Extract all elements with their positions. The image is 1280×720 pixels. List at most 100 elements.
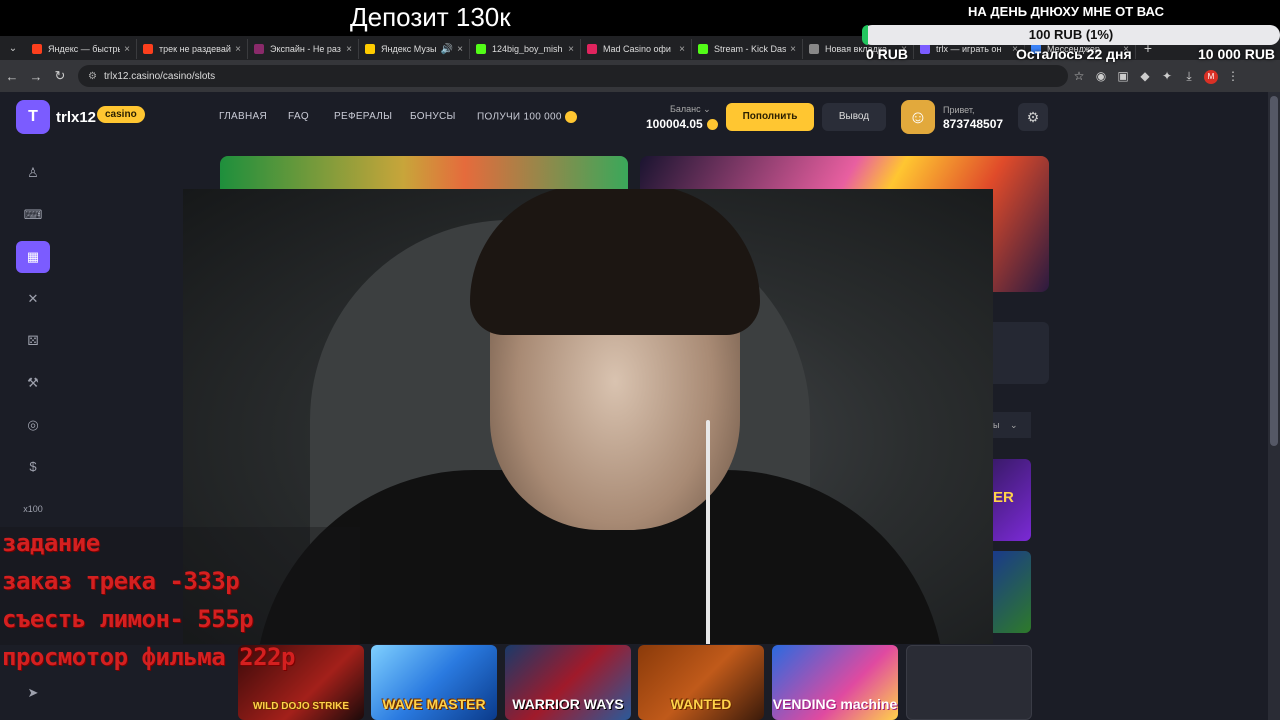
- sidebar-hammer-icon[interactable]: ⚒: [16, 367, 50, 399]
- game-tile-partial[interactable]: ER: [993, 459, 1031, 541]
- nav-bonuses[interactable]: БОНУСЫ: [410, 111, 456, 122]
- close-icon[interactable]: ×: [568, 44, 574, 55]
- game-tile[interactable]: WANTED: [638, 645, 764, 720]
- sidebar-chess-icon[interactable]: ♙: [16, 157, 50, 189]
- browser-address-bar: ← → ↻ ⚙ trlx12.casino/casino/slots ☆ ◉ ▣…: [0, 60, 1280, 92]
- profile-icon[interactable]: M: [1200, 68, 1222, 84]
- speaker-icon[interactable]: 🔊: [441, 44, 453, 55]
- sidebar-coin-icon[interactable]: $: [16, 451, 50, 483]
- sidebar-crash-icon[interactable]: ✕: [16, 283, 50, 315]
- kick-icon: [698, 44, 708, 54]
- casino-icon: [587, 44, 597, 54]
- close-icon[interactable]: ×: [124, 44, 130, 55]
- filter-dropdown[interactable]: ы ⌄: [993, 412, 1031, 438]
- tab-title: Экспайн - Не раз: [270, 44, 341, 54]
- browser-tab[interactable]: Stream - Kick Das ×: [692, 39, 803, 59]
- sidebar-gamepad-icon[interactable]: ⌨: [16, 199, 50, 231]
- donation-goal-amount: 100 RUB (1%): [1028, 27, 1114, 42]
- tab-search-icon[interactable]: ⌄: [0, 43, 26, 54]
- nav-home[interactable]: ГЛАВНАЯ: [219, 111, 267, 122]
- game-tile-partial[interactable]: [993, 551, 1031, 633]
- deposit-button[interactable]: Пополнить: [726, 103, 814, 131]
- tab-title: Яндекс Музы: [381, 44, 437, 54]
- extension-icon[interactable]: ◉: [1090, 69, 1112, 83]
- close-icon[interactable]: ×: [457, 44, 463, 55]
- game-title: WARRIOR WAYS: [512, 696, 624, 712]
- extension-icon[interactable]: ◆: [1134, 69, 1156, 83]
- downloads-icon[interactable]: ⤓: [1178, 69, 1200, 84]
- nav-get-bonus[interactable]: ПОЛУЧИ 100 000: [477, 111, 577, 123]
- streamer-hair: [470, 189, 760, 335]
- game-tile[interactable]: VENDING machine: [772, 645, 898, 720]
- game-tile-label: ER: [993, 489, 1014, 506]
- balance-label-text: Баланс: [670, 104, 701, 114]
- scrollbar-thumb[interactable]: [1270, 96, 1278, 446]
- browser-tab[interactable]: трек не раздевай ×: [137, 39, 248, 59]
- deposit-overlay: Депозит 130к: [350, 2, 511, 32]
- earphone-cable: [706, 420, 710, 644]
- avatar[interactable]: ☺: [901, 100, 935, 134]
- logo-icon[interactable]: T: [16, 100, 50, 134]
- browser-tab[interactable]: Яндекс Музы 🔊 ×: [359, 39, 470, 59]
- yandex-icon: [32, 44, 42, 54]
- nav-referrals[interactable]: РЕФЕРАЛЫ: [334, 111, 392, 122]
- tasks-overlay: задание заказ трека -333р съесть лимон- …: [0, 527, 360, 645]
- sidebar-dice-icon[interactable]: ⚄: [16, 325, 50, 357]
- coin-icon: [706, 119, 718, 131]
- back-icon[interactable]: ←: [0, 69, 24, 84]
- game-tile[interactable]: WAVE MASTER: [371, 645, 497, 720]
- sidebar-x100-button[interactable]: x100: [16, 493, 50, 525]
- url-field[interactable]: ⚙ trlx12.casino/casino/slots: [78, 65, 1068, 87]
- browser-tab[interactable]: Экспайн - Не раз ×: [248, 39, 359, 59]
- tab-title: Mad Casino офи: [603, 44, 671, 54]
- site-info-icon[interactable]: ⚙: [88, 71, 104, 82]
- close-icon[interactable]: ×: [346, 44, 352, 55]
- kick-icon: [476, 44, 486, 54]
- trlx-icon: [920, 44, 930, 54]
- coin-icon: [564, 111, 577, 123]
- task-item: съесть лимон- 555р: [2, 605, 254, 633]
- game-tile-broken-image[interactable]: [906, 645, 1032, 720]
- close-icon[interactable]: ×: [790, 44, 796, 55]
- withdraw-button[interactable]: Вывод: [822, 103, 886, 131]
- logo-name[interactable]: trlx12: [56, 109, 96, 126]
- browser-tab[interactable]: 124big_boy_mish ×: [470, 39, 581, 59]
- balance-value: 100004.05: [646, 117, 718, 131]
- extension-icon[interactable]: ▣: [1112, 69, 1134, 83]
- logo-badge: casino: [97, 106, 145, 123]
- settings-gear-icon[interactable]: ⚙: [1018, 103, 1048, 131]
- chevron-down-icon: ⌄: [1009, 420, 1018, 430]
- music-icon: [254, 44, 264, 54]
- close-icon[interactable]: ×: [679, 44, 685, 55]
- browser-tab[interactable]: Mad Casino офи ×: [581, 39, 692, 59]
- greeting: Привет,: [943, 105, 975, 115]
- sidebar-wheel-icon[interactable]: ◎: [16, 409, 50, 441]
- filter-dropdown-label: ы: [993, 420, 1000, 430]
- star-icon[interactable]: ☆: [1068, 69, 1090, 83]
- sidebar-slots-icon[interactable]: ▦: [16, 241, 50, 273]
- nav-faq[interactable]: FAQ: [288, 111, 309, 122]
- balance-amount: 100004.05: [646, 117, 703, 131]
- user-id: 873748507: [943, 117, 1004, 131]
- donation-goal-current: 0 RUB: [866, 46, 909, 62]
- menu-icon[interactable]: ⋮: [1222, 69, 1244, 83]
- game-tile[interactable]: WARRIOR WAYS: [505, 645, 631, 720]
- browser-tab[interactable]: Яндекс — быстрый ×: [26, 39, 137, 59]
- telegram-icon[interactable]: ➤: [16, 677, 50, 709]
- yandex-music-icon: [365, 44, 375, 54]
- puzzle-icon[interactable]: ✦: [1156, 69, 1178, 83]
- balance-label[interactable]: Баланс ⌄: [670, 104, 711, 115]
- url-text: trlx12.casino/casino/slots: [104, 70, 216, 82]
- nav-get-bonus-label: ПОЛУЧИ 100 000: [477, 111, 562, 123]
- reload-icon[interactable]: ↻: [48, 68, 72, 84]
- task-item: заказ трека -333р: [2, 567, 240, 595]
- forward-icon[interactable]: →: [24, 69, 48, 84]
- tab-title: трек не раздевай: [159, 44, 231, 54]
- game-title: VENDING machine: [772, 696, 898, 712]
- close-icon[interactable]: ×: [235, 44, 241, 55]
- yandex-icon: [143, 44, 153, 54]
- tab-title: Яндекс — быстрый: [48, 44, 120, 54]
- game-title: WAVE MASTER: [382, 696, 486, 712]
- game-title: WANTED: [670, 696, 732, 712]
- globe-icon: [809, 44, 819, 54]
